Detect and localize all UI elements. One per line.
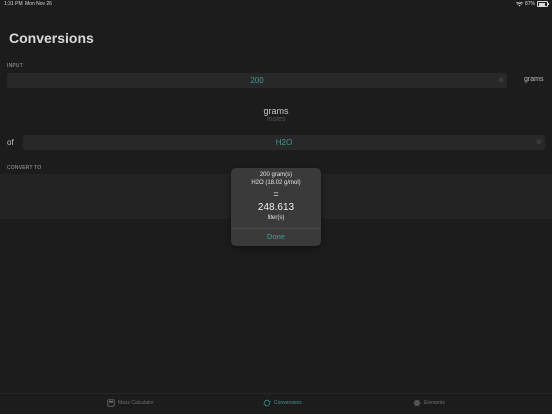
clear-icon[interactable]: ⊗ xyxy=(536,138,542,146)
result-dialog: 200 gram(s) H2O (18.02 g/mol) = 248.613 … xyxy=(231,168,321,246)
tab-conversions[interactable]: Conversions xyxy=(263,399,302,407)
compound-input-value: H2O xyxy=(275,138,293,147)
tab-label: Elements xyxy=(424,400,445,406)
refresh-icon xyxy=(263,399,271,407)
atom-icon xyxy=(413,399,421,407)
amount-input-value: 200 xyxy=(250,76,264,85)
clear-icon[interactable]: ⊗ xyxy=(498,76,504,84)
dialog-amount: 200 gram(s) xyxy=(259,172,293,178)
page-title: Conversions xyxy=(9,30,94,46)
of-label: of xyxy=(7,138,14,147)
input-section-label: INPUT xyxy=(7,63,23,69)
tab-label: Mass Calculator xyxy=(118,400,154,406)
compound-input[interactable]: H2O ⊗ xyxy=(23,135,545,150)
battery-icon xyxy=(537,1,549,7)
tab-label: Conversions xyxy=(274,400,302,406)
status-right: 87% xyxy=(515,1,549,7)
amount-input[interactable]: 200 ⊗ xyxy=(7,73,507,88)
status-date: Mon Nov 26 xyxy=(25,1,52,7)
dialog-compound: H2O (18.02 g/mol) xyxy=(251,180,301,186)
dialog-result: 248.613 xyxy=(257,202,295,213)
tab-mass-calculator[interactable]: Mass Calculator xyxy=(107,399,154,407)
input-unit-label: grams xyxy=(524,76,544,83)
dialog-result-unit: liter(s) xyxy=(267,215,285,221)
unit-picker[interactable]: grams moles xyxy=(0,106,552,123)
battery-percent: 87% xyxy=(524,1,535,7)
convert-to-label: CONVERT TO xyxy=(7,165,42,171)
status-bar: 1:31 PM Mon Nov 26 87% xyxy=(0,0,552,10)
tab-elements[interactable]: Elements xyxy=(413,399,445,407)
unit-picker-option[interactable]: moles xyxy=(0,116,552,123)
battery-fill xyxy=(538,2,546,6)
wifi-icon xyxy=(515,1,523,6)
unit-picker-selected[interactable]: grams xyxy=(0,106,552,116)
status-time: 1:31 PM xyxy=(4,1,23,7)
done-button[interactable]: Done xyxy=(231,232,321,241)
dialog-equals: = xyxy=(273,189,279,199)
tab-bar: Mass Calculator Conversions Elements xyxy=(0,393,552,414)
calculator-icon xyxy=(107,399,115,407)
dialog-divider xyxy=(231,228,321,229)
